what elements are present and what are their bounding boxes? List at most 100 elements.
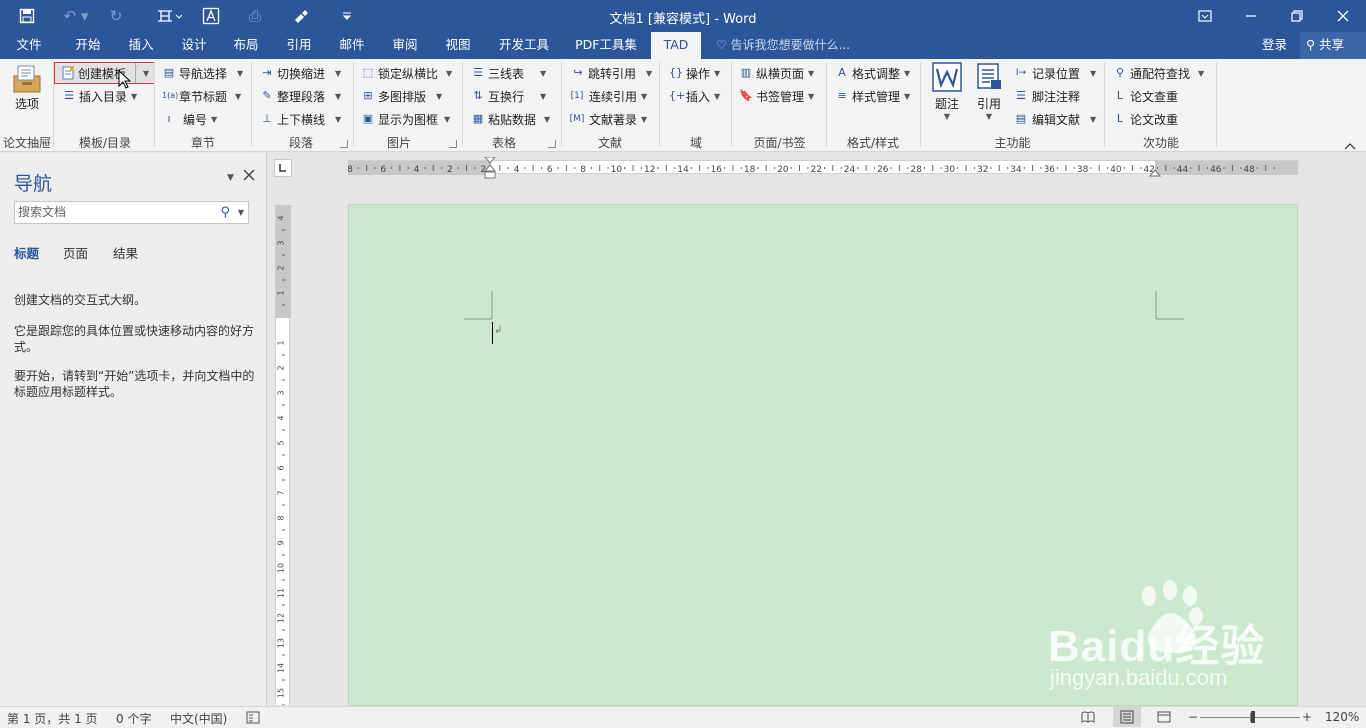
chevron-down-icon: ▼ [540, 91, 547, 101]
numbering-button[interactable]: ı 编号 ▼ [162, 108, 217, 130]
page-count[interactable]: 第 1 页，共 1 页 [7, 710, 98, 727]
three-line-table-button[interactable]: ☰ 三线表 ▼ [471, 62, 546, 84]
tab-home[interactable]: 开始 [63, 32, 113, 59]
operate-button[interactable]: {} 操作 ▼ [669, 62, 720, 84]
vertical-ruler[interactable]: 4 3 2 1 1 2 3 4 5 6 7 8 9 10 11 12 13 14 15 [275, 205, 291, 705]
chevron-down-icon[interactable]: ▼ [143, 69, 149, 78]
bookmark-manage-button[interactable]: 🔖 书签管理 ▼ [739, 85, 814, 107]
nav-options-chevron-icon[interactable]: ▼ [227, 173, 234, 183]
chevron-down-icon: ▼ [943, 112, 951, 121]
horizontal-ruler[interactable]: 8 6 4 2 2 4 6 8 10 12 14 16 18 20 22 24 26 28 30 32 34 36 38 40… [348, 156, 1298, 179]
tab-file[interactable]: 文件 [4, 32, 54, 59]
indent-marker-icon[interactable] [483, 156, 497, 184]
ruler-label: 13 [277, 638, 286, 648]
tab-view[interactable]: 视图 [433, 32, 483, 59]
nav-search-input[interactable]: 搜索文档 ⚲ ▼ [14, 201, 249, 224]
maximize-icon[interactable] [1274, 0, 1320, 32]
zoom-slider-thumb[interactable] [1250, 711, 1255, 723]
tab-review[interactable]: 审阅 [380, 32, 430, 59]
chevron-down-icon: ▼ [641, 91, 648, 101]
group-label-table: 表格 [491, 136, 516, 150]
right-indent-marker-icon[interactable] [1148, 168, 1162, 182]
read-mode-icon[interactable] [1081, 711, 1095, 726]
nav-tab-headings[interactable]: 标题 [14, 243, 39, 262]
collapse-ribbon-icon[interactable] [1344, 139, 1356, 153]
zoom-level[interactable]: 120% [1325, 710, 1359, 724]
create-template-button[interactable]: 创建模板 ▼ [54, 62, 155, 84]
nav-select-button[interactable]: ▤ 导航选择 ▼ [162, 62, 243, 84]
nav-select-icon: ▤ [163, 66, 175, 79]
field-insert-button[interactable]: {+ 插入 ▼ [669, 85, 720, 107]
text-box-icon[interactable] [197, 4, 225, 28]
paper-check-button[interactable]: L 论文查重 [1113, 85, 1178, 107]
tidy-paragraph-button[interactable]: ✎ 整理段落 ▼ [260, 85, 341, 107]
close-icon[interactable] [1320, 0, 1366, 32]
word-count[interactable]: 0 个字 [116, 710, 151, 727]
swap-row-button[interactable]: ⇅ 互换行 ▼ [471, 85, 546, 107]
zoom-out-icon[interactable]: − [1188, 710, 1198, 724]
horizontal-line-button[interactable]: ⊥ 上下横线 ▼ [260, 108, 341, 130]
tab-pdf-tools[interactable]: PDF工具集 [568, 32, 644, 59]
landscape-page-button[interactable]: ▥ 纵横页面 ▼ [739, 62, 814, 84]
zoom-slider[interactable] [1200, 711, 1300, 723]
search-icon[interactable]: ⚲ [220, 202, 230, 223]
wildcard-find-button[interactable]: ⚲ 通配符查找 ▼ [1113, 62, 1204, 84]
style-manage-button[interactable]: ≡ 样式管理 ▼ [835, 85, 910, 107]
chapter-title-button[interactable]: 1(a) 章节标题 ▼ [162, 85, 241, 107]
ruler-label: 12 [277, 613, 286, 623]
paste-data-button[interactable]: ▦ 粘贴数据 ▼ [471, 108, 550, 130]
save-icon[interactable] [13, 4, 41, 28]
tab-insert[interactable]: 插入 [116, 32, 166, 59]
printer-icon[interactable]: ⎙ [241, 4, 269, 28]
tab-developer[interactable]: 开发工具 [494, 32, 554, 59]
tell-me-search[interactable]: ♡ 告诉我您想要做什么... [716, 32, 850, 59]
paragraph-spacing-icon[interactable] [152, 4, 186, 28]
wildcard-find-label: 通配符查找 [1130, 66, 1191, 81]
minimize-icon[interactable] [1228, 0, 1274, 32]
multi-layout-button[interactable]: ⊞ 多图排版 ▼ [361, 85, 442, 107]
restore-ribbon-icon[interactable] [1182, 0, 1228, 32]
nav-tab-results[interactable]: 结果 [113, 243, 138, 262]
lock-ratio-button[interactable]: ⬚ 锁定纵横比 ▼ [361, 62, 452, 84]
customize-toolbar-icon[interactable] [333, 4, 361, 28]
record-position-button[interactable]: I→ 记录位置 ▼ [1013, 62, 1096, 84]
redo-icon[interactable]: ↻ [102, 4, 130, 28]
group-launcher-icon[interactable] [548, 140, 556, 148]
group-launcher-icon[interactable] [340, 140, 348, 148]
format-painter-icon[interactable] [287, 4, 315, 28]
reference-button[interactable]: 引用 ▼ [972, 62, 1006, 121]
nav-tab-pages[interactable]: 页面 [63, 243, 88, 262]
chevron-down-icon[interactable]: ▼ [238, 202, 244, 223]
group-launcher-icon[interactable] [449, 140, 457, 148]
format-adjust-button[interactable]: A 格式调整 ▼ [835, 62, 910, 84]
jump-reference-button[interactable]: ↪ 跳转引用 ▼ [571, 62, 652, 84]
web-layout-icon[interactable] [1157, 711, 1171, 726]
login-link[interactable]: 登录 [1262, 32, 1287, 58]
print-layout-icon[interactable] [1113, 707, 1141, 727]
share-button[interactable]: ⚲ 共享 [1300, 32, 1366, 59]
paper-revise-button[interactable]: L 论文改重 [1113, 108, 1178, 130]
picture-frame-icon: ▣ [362, 112, 374, 125]
show-frame-button[interactable]: ▣ 显示为图框 ▼ [361, 108, 450, 130]
caption-button[interactable]: 题注 ▼ [928, 62, 966, 121]
tab-design[interactable]: 设计 [169, 32, 219, 59]
undo-icon[interactable]: ↶ ▾ [58, 4, 94, 28]
bibliography-button[interactable]: [M] 文献著录 ▼ [568, 108, 648, 130]
format-adjust-label: 格式调整 [852, 66, 901, 81]
ruler-label: 22 [810, 165, 821, 175]
tab-selector[interactable] [274, 159, 292, 177]
macro-record-icon[interactable] [246, 711, 260, 727]
chevron-down-icon: ▼ [436, 91, 443, 101]
language-indicator[interactable]: 中文(中国) [170, 710, 227, 727]
tab-tad[interactable]: TAD [651, 32, 701, 59]
tab-references[interactable]: 引用 [274, 32, 324, 59]
tab-mailings[interactable]: 邮件 [327, 32, 377, 59]
zoom-in-icon[interactable]: + [1302, 710, 1312, 724]
tab-layout[interactable]: 布局 [221, 32, 271, 59]
footnote-button[interactable]: ☰ 脚注注释 [1013, 85, 1080, 107]
close-icon[interactable] [243, 169, 255, 184]
toggle-indent-button[interactable]: ⇥ 切换缩进 ▼ [260, 62, 341, 84]
continuous-reference-button[interactable]: [1] 连续引用 ▼ [568, 85, 648, 107]
edit-literature-button[interactable]: ▤ 编辑文献 ▼ [1013, 108, 1096, 130]
options-button[interactable]: 选项 [7, 62, 47, 112]
